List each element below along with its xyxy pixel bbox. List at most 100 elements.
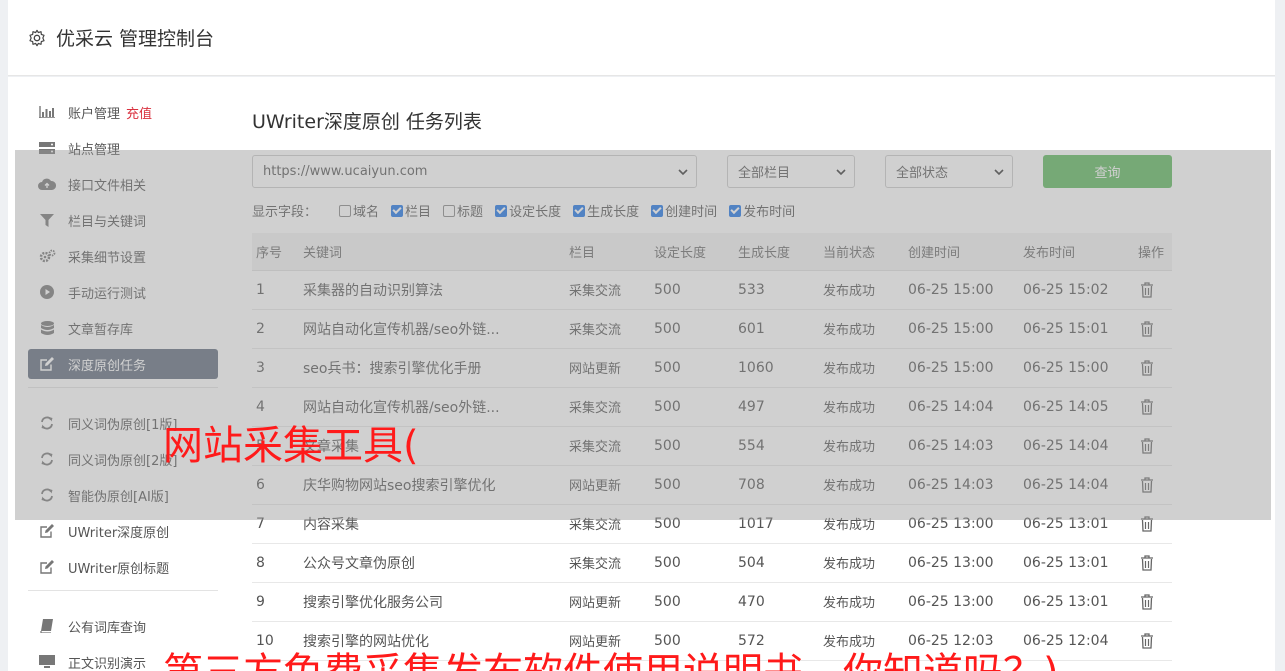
sidebar-item-public-lexicon[interactable]: 公有词库查询 xyxy=(28,611,218,641)
checkbox-label: 标题 xyxy=(457,205,484,220)
trash-icon[interactable] xyxy=(1140,437,1154,454)
table-cell: 发布成功 xyxy=(819,270,904,310)
column-header: 操作 xyxy=(1134,233,1172,271)
sidebar-item-uwriter-title[interactable]: UWriter原创标题 xyxy=(28,552,218,582)
filter-bar: https://www.ucaiyun.com 全部栏目 全部状态 查询 xyxy=(252,155,1172,189)
monitor-icon xyxy=(38,655,56,669)
trash-icon[interactable] xyxy=(1140,398,1154,415)
sidebar-item-article-store[interactable]: 文章暂存库 xyxy=(28,313,218,343)
table-cell: 采集交流 xyxy=(565,426,650,466)
checkbox[interactable] xyxy=(339,204,352,217)
sidebar-item-sites[interactable]: 站点管理 xyxy=(28,133,218,163)
site-select[interactable]: https://www.ucaiyun.com xyxy=(252,155,697,188)
table-cell: 554 xyxy=(734,426,819,466)
table-cell: 06-25 15:01 xyxy=(1019,309,1134,349)
sidebar-item-collect-settings[interactable]: 采集细节设置 xyxy=(28,241,218,271)
table-cell: 发布成功 xyxy=(819,504,904,544)
trash-icon[interactable] xyxy=(1140,593,1154,610)
refresh-icon xyxy=(38,416,56,430)
table-cell: 500 xyxy=(650,387,734,427)
table-cell-actions xyxy=(1134,270,1172,310)
table-cell: 470 xyxy=(734,582,819,622)
overlay-caption-top: 网站采集工具( xyxy=(163,423,419,469)
table-row: 9 搜索引擎优化服务公司 网站更新 500 470 发布成功 06-25 13:00 06-2… xyxy=(252,582,1172,622)
trash-icon[interactable] xyxy=(1140,554,1154,571)
table-cell: 500 xyxy=(650,270,734,310)
checkbox[interactable] xyxy=(495,204,508,217)
sidebar-item-deep-original-tasks[interactable]: 深度原创任务 xyxy=(28,349,218,379)
query-button[interactable]: 查询 xyxy=(1043,155,1172,188)
table-cell-actions xyxy=(1134,309,1172,349)
sidebar-item-uwriter-deep[interactable]: UWriter深度原创 xyxy=(28,516,218,546)
table-cell: 06-25 13:00 xyxy=(904,582,1019,622)
checkbox[interactable] xyxy=(651,204,664,217)
sidebar-item-interface-files[interactable]: 接口文件相关 xyxy=(28,169,218,199)
field-checkbox-title[interactable]: 标题 xyxy=(443,201,483,220)
sidebar-item-label: 文章暂存库 xyxy=(68,322,134,338)
checkbox[interactable] xyxy=(443,204,456,217)
field-checkbox-created[interactable]: 创建时间 xyxy=(651,201,717,220)
edit-icon xyxy=(38,560,56,574)
checkbox[interactable] xyxy=(391,204,404,217)
field-checkbox-domain[interactable]: 域名 xyxy=(339,201,379,220)
table-cell-actions xyxy=(1134,543,1172,583)
trash-icon[interactable] xyxy=(1140,632,1154,649)
sidebar-item-label: 接口文件相关 xyxy=(68,178,147,194)
checkbox-label: 设定长度 xyxy=(509,205,562,220)
sidebar-divider xyxy=(28,590,218,591)
sidebar-item-account[interactable]: 账户管理 充值 xyxy=(28,97,218,127)
sidebar-item-label: 同义词伪原创[1版] xyxy=(68,417,178,433)
recharge-link[interactable]: 充值 xyxy=(126,103,152,122)
column-header: 设定长度 xyxy=(650,233,734,271)
field-checkbox-gen-length[interactable]: 生成长度 xyxy=(573,201,639,220)
table-cell: 采集交流 xyxy=(565,309,650,349)
trash-icon[interactable] xyxy=(1140,359,1154,376)
checkbox-label: 发布时间 xyxy=(743,205,796,220)
table-cell: 内容采集 xyxy=(299,504,565,544)
database-icon xyxy=(38,320,56,335)
chevron-down-icon xyxy=(994,169,1004,176)
field-checkbox-set-length[interactable]: 设定长度 xyxy=(495,201,561,220)
table-cell: 发布成功 xyxy=(819,465,904,505)
field-checkbox-column[interactable]: 栏目 xyxy=(391,201,431,220)
table-cell: 06-25 15:00 xyxy=(1019,348,1134,388)
fields-label: 显示字段： xyxy=(252,205,318,220)
cogs-icon xyxy=(38,249,56,263)
table-cell: 发布成功 xyxy=(819,348,904,388)
table-cell: 06-25 13:01 xyxy=(1019,504,1134,544)
field-checkbox-published[interactable]: 发布时间 xyxy=(729,201,795,220)
table-cell: 500 xyxy=(650,465,734,505)
table-row: 2 网站自动化宣传机器/seo外链... 采集交流 500 601 发布成功 06-25 1… xyxy=(252,309,1172,349)
table-cell: 06-25 15:00 xyxy=(904,270,1019,310)
table-cell: 采集交流 xyxy=(565,504,650,544)
table-cell: 9 xyxy=(252,582,299,622)
sidebar-item-manual-test[interactable]: 手动运行测试 xyxy=(28,277,218,307)
status-select[interactable]: 全部状态 xyxy=(885,155,1013,188)
table-row: 8 公众号文章伪原创 采集交流 500 504 发布成功 06-25 13:00 06-25 … xyxy=(252,543,1172,583)
table-cell: 497 xyxy=(734,387,819,427)
table-cell: 发布成功 xyxy=(819,543,904,583)
sidebar-item-label: 公有词库查询 xyxy=(68,620,147,636)
checkbox-label: 域名 xyxy=(353,205,380,220)
trash-icon[interactable] xyxy=(1140,281,1154,298)
table-cell-actions xyxy=(1134,387,1172,427)
sidebar-item-columns-keywords[interactable]: 栏目与关键词 xyxy=(28,205,218,235)
column-select[interactable]: 全部栏目 xyxy=(727,155,855,188)
trash-icon[interactable] xyxy=(1140,320,1154,337)
column-header: 创建时间 xyxy=(904,233,1019,271)
table-cell: 504 xyxy=(734,543,819,583)
checkbox[interactable] xyxy=(729,204,742,217)
sidebar-item-label: 采集细节设置 xyxy=(68,250,147,266)
sidebar-item-ai-rewrite[interactable]: 智能伪原创[AI版] xyxy=(28,480,218,510)
trash-icon[interactable] xyxy=(1140,515,1154,532)
book-icon xyxy=(38,619,56,633)
table-cell: 06-25 15:00 xyxy=(904,348,1019,388)
table-cell: 06-25 13:00 xyxy=(904,543,1019,583)
table-cell: 网站更新 xyxy=(565,582,650,622)
table-cell: 500 xyxy=(650,348,734,388)
chevron-down-icon xyxy=(836,169,846,176)
trash-icon[interactable] xyxy=(1140,476,1154,493)
table-cell: 708 xyxy=(734,465,819,505)
table-cell: 发布成功 xyxy=(819,387,904,427)
checkbox[interactable] xyxy=(573,204,586,217)
